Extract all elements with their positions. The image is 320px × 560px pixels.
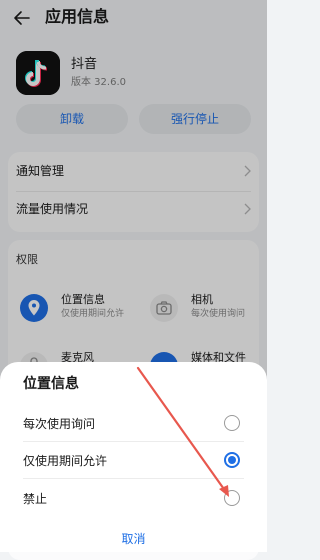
option-label: 禁止 (23, 492, 48, 506)
radio-button[interactable] (224, 415, 240, 431)
sheet-title: 位置信息 (23, 376, 79, 392)
cancel-button[interactable]: 取消 (0, 530, 267, 548)
divider (23, 478, 244, 479)
radio-button[interactable] (224, 490, 240, 506)
option-label: 每次使用询问 (23, 417, 96, 431)
option-ask-every-time[interactable]: 每次使用询问 (0, 406, 267, 442)
radio-button-selected[interactable] (224, 452, 240, 468)
option-deny[interactable]: 禁止 (0, 481, 267, 517)
option-label: 仅使用期间允许 (23, 454, 108, 468)
divider (23, 441, 244, 442)
option-allow-while-using[interactable]: 仅使用期间允许 (0, 443, 267, 479)
radio-dot (228, 456, 236, 464)
location-permission-sheet: 位置信息 每次使用询问 仅使用期间允许 禁止 取消 (0, 362, 267, 552)
